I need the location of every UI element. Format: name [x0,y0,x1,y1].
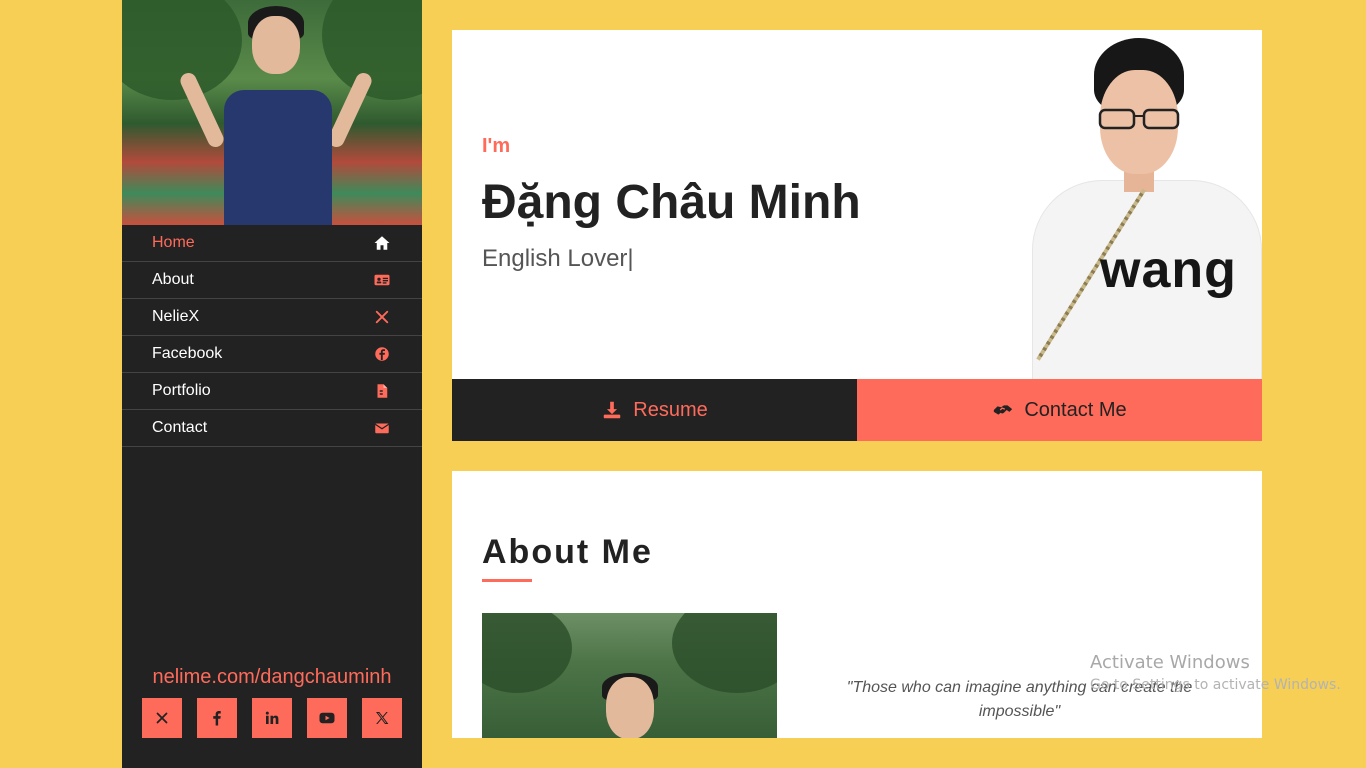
shirt-print-text: wang [1100,241,1237,299]
title-underline [482,579,532,582]
x-mark-icon [372,307,392,327]
about-quote: "Those who can imagine anything can crea… [846,679,1193,720]
linkedin-icon[interactable] [252,698,292,738]
id-card-icon [372,270,392,290]
hero-card: I'm Đặng Châu Minh English Lover| wang R… [452,30,1262,441]
hero-intro: I'm [482,135,511,157]
download-icon [604,401,621,419]
file-icon [372,381,392,401]
facebook-f-icon[interactable] [197,698,237,738]
sidebar-item-label: Contact [152,419,208,436]
close-x-icon[interactable] [142,698,182,738]
x-twitter-icon[interactable] [362,698,402,738]
about-title: About Me [482,533,653,571]
sidebar-item-portfolio[interactable]: Portfolio [122,373,422,410]
sidebar-item-contact[interactable]: Contact [122,410,422,447]
sidebar-item-label: Facebook [152,345,223,362]
sidebar-item-home[interactable]: Home [122,225,422,262]
youtube-icon[interactable] [307,698,347,738]
sidebar-item-facebook[interactable]: Facebook [122,336,422,373]
about-photo [482,613,777,738]
social-links [142,698,402,738]
sidebar-item-label: Home [152,234,195,251]
site-url[interactable]: nelime.com/dangchauminh [122,666,422,689]
hero-name: Đặng Châu Minh [482,176,861,229]
about-card: About Me "Those who can imagine anything… [452,471,1262,738]
sidebar-item-about[interactable]: About [122,262,422,299]
contact-label: Contact Me [1024,398,1127,421]
profile-photo [122,0,422,225]
sidebar-nav: Home About NelieX Facebook Portfolio Con… [122,225,422,447]
sidebar-item-label: NelieX [152,308,200,325]
sidebar-item-label: Portfolio [152,382,211,399]
resume-label: Resume [633,398,708,421]
home-icon [372,233,392,253]
contact-me-button[interactable]: Contact Me [857,379,1262,441]
handshake-icon [994,405,1013,415]
hero-photo: wang [1032,30,1262,379]
hero-actions: Resume Contact Me [452,379,1262,441]
sidebar-item-label: About [152,271,194,288]
sidebar: Home About NelieX Facebook Portfolio Con… [122,0,422,768]
sidebar-item-neliex[interactable]: NelieX [122,299,422,336]
resume-button[interactable]: Resume [452,379,857,441]
facebook-icon [372,344,392,364]
envelope-icon [372,418,392,438]
hero-role: English Lover| [482,245,634,272]
